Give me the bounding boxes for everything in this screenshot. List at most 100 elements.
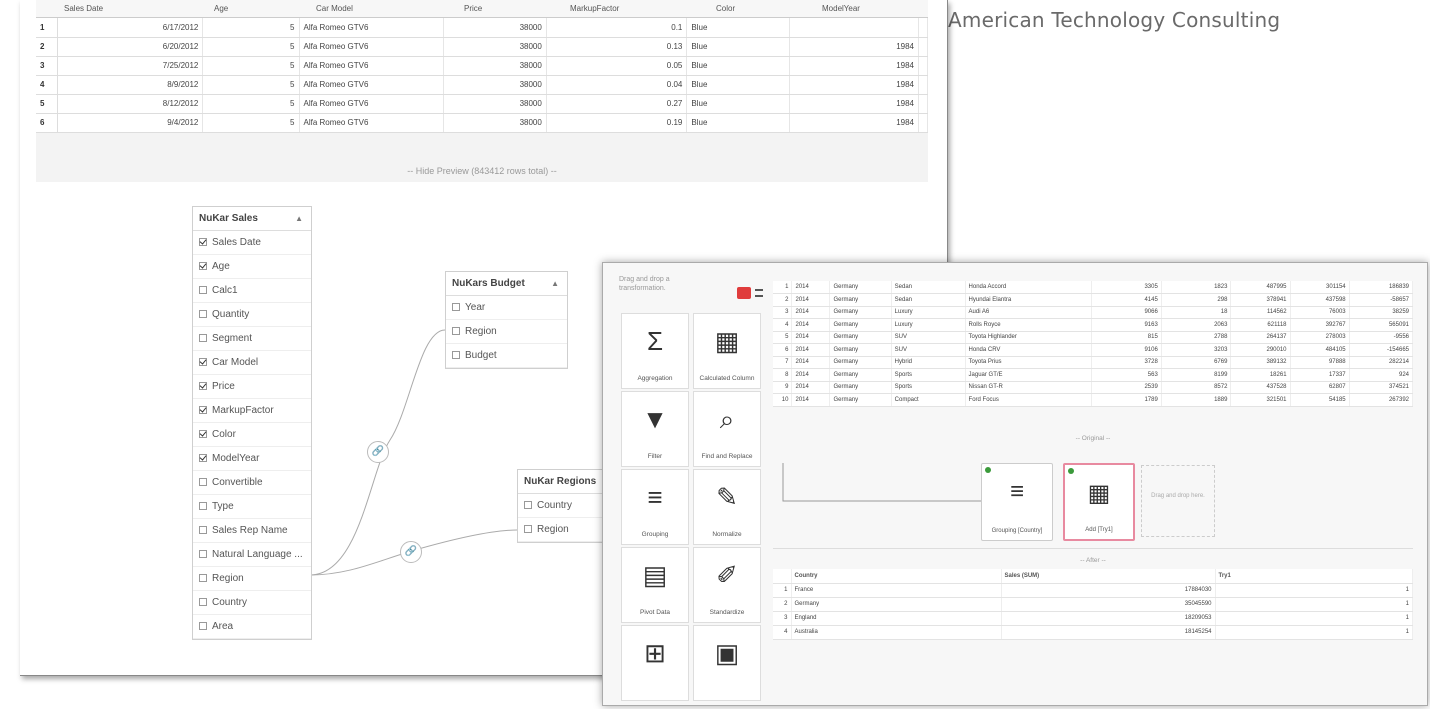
tile-label: Grouping — [641, 531, 669, 538]
table-row[interactable]: 6 2014 Germany SUV Honda CRV 9106 3203 290010 48… — [773, 343, 1414, 357]
table-row[interactable]: 1 France 17884030 1 — [773, 583, 1413, 598]
field-item[interactable]: Car Model — [193, 351, 311, 375]
header-try1[interactable]: Try1 — [1215, 569, 1413, 584]
table-row[interactable]: 9 2014 Germany Sports Nissan GT-R 2539 8572 437… — [773, 381, 1414, 394]
field-item[interactable]: MarkupFactor — [193, 399, 311, 423]
table-row[interactable]: 2 Germany 35045590 1 — [773, 597, 1413, 612]
field-item[interactable]: Region — [193, 567, 311, 591]
checkbox-icon[interactable] — [199, 262, 207, 270]
checkbox-icon[interactable] — [452, 303, 460, 311]
checkbox-icon[interactable] — [199, 358, 207, 366]
step-add-try1[interactable]: ▦ Add [Try1] — [1063, 463, 1135, 541]
field-item[interactable]: Segment — [193, 327, 311, 351]
table-row[interactable]: 10 2014 Germany Compact Ford Focus 1789 1889 32… — [773, 393, 1414, 407]
table-cell: SUV — [891, 343, 966, 357]
table-cell: 17884030 — [1001, 583, 1216, 598]
checkbox-icon[interactable] — [199, 406, 207, 414]
field-item[interactable]: Budget — [446, 344, 567, 368]
checkbox-icon[interactable] — [199, 526, 207, 534]
checkbox-icon[interactable] — [524, 525, 532, 533]
transform-tile[interactable]: ⌕ Find and Replace — [693, 391, 761, 467]
transform-tile[interactable]: ✎ Normalize — [693, 469, 761, 545]
checkbox-icon[interactable] — [452, 327, 460, 335]
field-item[interactable]: Country — [193, 591, 311, 615]
transform-tile[interactable]: ✐ Standardize — [693, 547, 761, 623]
transform-tile[interactable]: ▦ Calculated Column — [693, 313, 761, 389]
field-item[interactable]: Convertible — [193, 471, 311, 495]
checkbox-icon[interactable] — [452, 351, 460, 359]
table-row[interactable]: 3 2014 Germany Luxury Audi A6 9066 18 114562 760… — [773, 306, 1414, 319]
table-cell: France — [791, 583, 1002, 598]
header-country[interactable]: Country — [791, 569, 1002, 584]
checkbox-icon[interactable] — [199, 502, 207, 510]
field-item[interactable]: Color — [193, 423, 311, 447]
list-view-icon[interactable] — [755, 289, 763, 297]
link-icon[interactable]: 🔗 — [400, 541, 422, 563]
field-item[interactable]: Region — [446, 320, 567, 344]
grid-view-icon[interactable] — [737, 287, 751, 299]
field-item[interactable]: Sales Date — [193, 231, 311, 255]
table-cell: 9163 — [1091, 318, 1162, 332]
checkbox-icon[interactable] — [199, 598, 207, 606]
table-row[interactable]: 4 2014 Germany Luxury Rolls Royce 9163 2063 621… — [773, 318, 1414, 332]
table-header[interactable]: NuKar Sales ▲ — [193, 207, 311, 231]
table-cell: 2014 — [791, 331, 831, 344]
field-item[interactable]: ModelYear — [193, 447, 311, 471]
checkbox-icon[interactable] — [199, 286, 207, 294]
table-row[interactable]: 1 2014 Germany Sedan Honda Accord 3305 1823 487… — [773, 281, 1414, 294]
link-icon[interactable]: 🔗 — [367, 441, 389, 463]
checkbox-icon[interactable] — [199, 334, 207, 342]
transform-tile[interactable]: ▼ Filter — [621, 391, 689, 467]
checkbox-icon[interactable] — [199, 238, 207, 246]
table-row[interactable]: 7 2014 Germany Hybrid Toyota Prius 3728 6769 38… — [773, 356, 1414, 369]
field-item[interactable]: Quantity — [193, 303, 311, 327]
checkbox-icon[interactable] — [199, 310, 207, 318]
field-label: Budget — [465, 350, 497, 361]
field-item[interactable]: Area — [193, 615, 311, 639]
field-item[interactable]: Age — [193, 255, 311, 279]
transformation-canvas: ≡ Grouping [Country] ▦ Add [Try1] Drag a… — [773, 449, 1413, 549]
table-cell: 1 — [1215, 583, 1413, 598]
table-row[interactable]: 5 2014 Germany SUV Toyota Highlander 815 2788 2… — [773, 331, 1414, 344]
field-label: Price — [212, 381, 235, 392]
drop-zone[interactable]: Drag and drop here. — [1141, 465, 1215, 537]
checkbox-icon[interactable] — [199, 622, 207, 630]
field-item[interactable]: Price — [193, 375, 311, 399]
table-row[interactable]: 8 2014 Germany Sports Jaguar GT/E 563 8199 1826… — [773, 368, 1414, 382]
checkbox-icon[interactable] — [199, 478, 207, 486]
table-cell: 1 — [1215, 611, 1413, 626]
transform-tile[interactable]: ▣ — [693, 625, 761, 701]
table-cell: 2014 — [791, 356, 831, 369]
field-item[interactable]: Type — [193, 495, 311, 519]
table-row[interactable]: 2 2014 Germany Sedan Hyundai Elantra 4145 298 3… — [773, 293, 1414, 307]
pencil-icon: ✐ — [716, 560, 738, 590]
header-sales-sum[interactable]: Sales (SUM) — [1001, 569, 1216, 584]
transform-tile[interactable]: Σ Aggregation — [621, 313, 689, 389]
table-cell: 76003 — [1290, 306, 1350, 319]
step-grouping[interactable]: ≡ Grouping [Country] — [981, 463, 1053, 541]
table-cell: Compact — [891, 393, 966, 407]
table-cell: Honda Accord — [965, 281, 1093, 294]
table-row[interactable]: 3 England 18209053 1 — [773, 611, 1413, 626]
table-header[interactable]: NuKars Budget ▲ — [446, 272, 567, 296]
field-item[interactable]: Sales Rep Name — [193, 519, 311, 543]
table-row[interactable]: 4 Australia 18145254 1 — [773, 625, 1413, 640]
transform-tile[interactable]: ▤ Pivot Data — [621, 547, 689, 623]
checkbox-icon[interactable] — [199, 454, 207, 462]
checkbox-icon[interactable] — [199, 430, 207, 438]
checkbox-icon[interactable] — [524, 501, 532, 509]
checkbox-icon[interactable] — [199, 574, 207, 582]
status-dot — [1068, 468, 1074, 474]
checkbox-icon[interactable] — [199, 550, 207, 558]
field-item[interactable]: Year — [446, 296, 567, 320]
table-cell: Germany — [829, 281, 892, 294]
checkbox-icon[interactable] — [199, 382, 207, 390]
collapse-icon[interactable]: ▲ — [551, 272, 559, 296]
transform-tile[interactable]: ≡ Grouping — [621, 469, 689, 545]
collapse-icon[interactable]: ▲ — [295, 207, 303, 231]
field-item[interactable]: Natural Language ... — [193, 543, 311, 567]
transform-tile[interactable]: ⊞ — [621, 625, 689, 701]
nukar-sales-table: NuKar Sales ▲ Sales Date Age Calc1 Quantity S… — [192, 206, 312, 640]
table-cell: Germany — [829, 356, 892, 369]
field-item[interactable]: Calc1 — [193, 279, 311, 303]
